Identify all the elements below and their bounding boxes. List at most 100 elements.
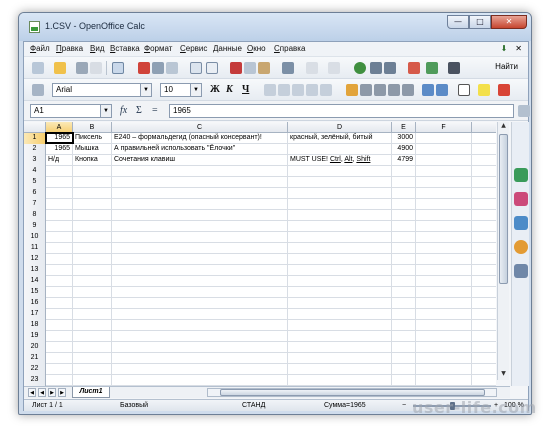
cell-f4[interactable] bbox=[416, 166, 472, 176]
hyperlink-icon[interactable] bbox=[354, 62, 366, 74]
select-all-corner[interactable] bbox=[24, 122, 46, 133]
function-wizard-icon[interactable]: fx bbox=[120, 105, 127, 116]
cell-f12[interactable] bbox=[416, 254, 472, 264]
font-color-icon[interactable] bbox=[498, 84, 510, 96]
formula-input[interactable]: 1965 bbox=[169, 104, 514, 118]
find-label[interactable]: Найти bbox=[495, 62, 518, 71]
cell-c2[interactable]: А правильней использовать "Ёлочки" bbox=[112, 144, 288, 154]
cell-b19[interactable] bbox=[73, 331, 112, 341]
status-page-style[interactable]: Базовый bbox=[120, 402, 148, 409]
cell-a21[interactable] bbox=[46, 353, 73, 363]
cell-b11[interactable] bbox=[73, 243, 112, 253]
row-header[interactable]: 1 bbox=[24, 133, 46, 144]
cell-d16[interactable] bbox=[288, 298, 392, 308]
cell-a15[interactable] bbox=[46, 287, 73, 297]
currency-format-icon[interactable] bbox=[346, 84, 358, 96]
cell-e4[interactable] bbox=[392, 166, 416, 176]
save-icon[interactable] bbox=[76, 62, 88, 74]
print-icon[interactable] bbox=[152, 62, 164, 74]
cell-a4[interactable] bbox=[46, 166, 73, 176]
cell-f1[interactable] bbox=[416, 133, 472, 143]
name-box[interactable]: A1 ▼ bbox=[30, 104, 112, 118]
cell-b12[interactable] bbox=[73, 254, 112, 264]
cell-a9[interactable] bbox=[46, 221, 73, 231]
cell-c20[interactable] bbox=[112, 342, 288, 352]
clone-format-icon[interactable] bbox=[282, 62, 294, 74]
delete-decimal-icon[interactable] bbox=[402, 84, 414, 96]
copy-icon[interactable] bbox=[244, 62, 256, 74]
new-document-icon[interactable] bbox=[32, 62, 44, 74]
cell-c21[interactable] bbox=[112, 353, 288, 363]
menu-edit[interactable]: Правка bbox=[56, 44, 83, 53]
cell-d13[interactable] bbox=[288, 265, 392, 275]
cell-c7[interactable] bbox=[112, 199, 288, 209]
print-preview-icon[interactable] bbox=[166, 62, 178, 74]
decrease-indent-icon[interactable] bbox=[422, 84, 434, 96]
cell-c11[interactable] bbox=[112, 243, 288, 253]
cell-e21[interactable] bbox=[392, 353, 416, 363]
cell-c8[interactable] bbox=[112, 210, 288, 220]
cell-b15[interactable] bbox=[73, 287, 112, 297]
vertical-scroll-thumb[interactable] bbox=[499, 134, 508, 284]
cell-b8[interactable] bbox=[73, 210, 112, 220]
last-sheet-icon[interactable]: ▶ bbox=[58, 388, 66, 397]
cell-d17[interactable] bbox=[288, 309, 392, 319]
row-header[interactable]: 2 bbox=[24, 144, 46, 155]
status-insert-mode[interactable]: СТАНД bbox=[242, 402, 265, 409]
cell-a1[interactable]: 1965 bbox=[45, 132, 74, 144]
cell-d3[interactable]: MUST USE! Ctrl, Alt, Shift bbox=[288, 155, 392, 165]
cell-e17[interactable] bbox=[392, 309, 416, 319]
cell-c22[interactable] bbox=[112, 364, 288, 374]
chevron-down-icon[interactable]: ▼ bbox=[190, 84, 201, 96]
cell-b13[interactable] bbox=[73, 265, 112, 275]
increase-indent-icon[interactable] bbox=[436, 84, 448, 96]
cell-d19[interactable] bbox=[288, 331, 392, 341]
align-center-icon[interactable] bbox=[278, 84, 290, 96]
menu-view[interactable]: Вид bbox=[90, 44, 104, 53]
chart-icon[interactable] bbox=[408, 62, 420, 74]
cell-e20[interactable] bbox=[392, 342, 416, 352]
expand-formula-icon[interactable] bbox=[518, 105, 530, 117]
cell-a23[interactable] bbox=[46, 375, 73, 385]
cell-b10[interactable] bbox=[73, 232, 112, 242]
cell-c14[interactable] bbox=[112, 276, 288, 286]
cell-b18[interactable] bbox=[73, 320, 112, 330]
row-header[interactable]: 18 bbox=[24, 320, 46, 331]
cell-c17[interactable] bbox=[112, 309, 288, 319]
navigator-icon[interactable] bbox=[426, 62, 438, 74]
cell-f9[interactable] bbox=[416, 221, 472, 231]
merge-cells-icon[interactable] bbox=[320, 84, 332, 96]
sheet-tab-list1[interactable]: Лист1 bbox=[72, 387, 110, 398]
column-header-f[interactable]: F bbox=[416, 122, 472, 133]
cell-f11[interactable] bbox=[416, 243, 472, 253]
cell-e8[interactable] bbox=[392, 210, 416, 220]
cell-a14[interactable] bbox=[46, 276, 73, 286]
cell-e1[interactable]: 3000 bbox=[392, 133, 416, 143]
row-header[interactable]: 6 bbox=[24, 188, 46, 199]
cell-b23[interactable] bbox=[73, 375, 112, 385]
cell-a12[interactable] bbox=[46, 254, 73, 264]
edit-file-icon[interactable] bbox=[112, 62, 124, 74]
properties-icon[interactable] bbox=[514, 168, 528, 182]
row-header[interactable]: 20 bbox=[24, 342, 46, 353]
cell-e6[interactable] bbox=[392, 188, 416, 198]
sort-descending-icon[interactable] bbox=[384, 62, 396, 74]
cell-e23[interactable] bbox=[392, 375, 416, 385]
cell-f14[interactable] bbox=[416, 276, 472, 286]
cell-e10[interactable] bbox=[392, 232, 416, 242]
cut-icon[interactable] bbox=[230, 62, 242, 74]
borders-icon[interactable] bbox=[458, 84, 470, 96]
cell-b16[interactable] bbox=[73, 298, 112, 308]
maximize-button[interactable]: □ bbox=[469, 15, 491, 29]
cell-a18[interactable] bbox=[46, 320, 73, 330]
cell-c15[interactable] bbox=[112, 287, 288, 297]
first-sheet-icon[interactable]: ◀ bbox=[28, 388, 36, 397]
underline-button[interactable]: Ч bbox=[242, 84, 249, 95]
cell-b3[interactable]: Кнопка bbox=[73, 155, 112, 165]
cell-f16[interactable] bbox=[416, 298, 472, 308]
row-header[interactable]: 17 bbox=[24, 309, 46, 320]
cell-b4[interactable] bbox=[73, 166, 112, 176]
cell-a13[interactable] bbox=[46, 265, 73, 275]
cell-e13[interactable] bbox=[392, 265, 416, 275]
column-header-d[interactable]: D bbox=[288, 122, 392, 133]
